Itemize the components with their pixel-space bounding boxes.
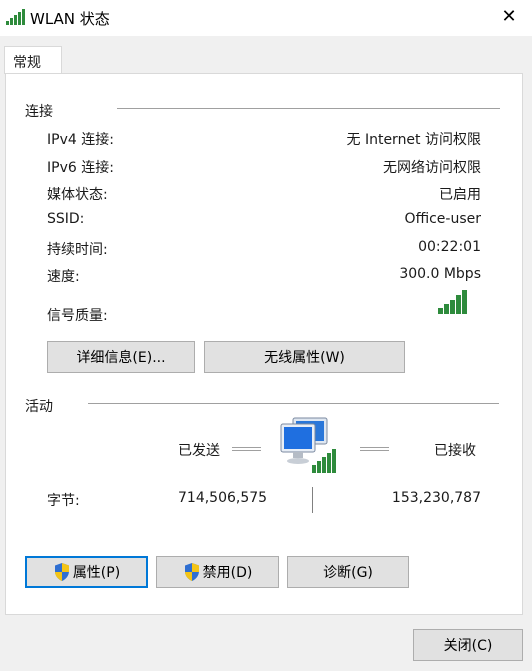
window-title: WLAN 状态 <box>30 10 110 28</box>
disable-button[interactable]: 禁用(D) <box>156 556 279 588</box>
properties-button[interactable]: 属性(P) <box>25 556 148 588</box>
bytes-received-value: 153,230,787 <box>391 490 481 506</box>
wireless-properties-button[interactable]: 无线属性(W) <box>204 341 405 373</box>
tab-general[interactable]: 常规 <box>4 46 62 74</box>
uac-shield-icon <box>54 563 69 581</box>
duration-value: 00:22:01 <box>418 239 481 255</box>
sent-connector <box>232 447 261 451</box>
title-bar: WLAN 状态 ✕ <box>0 0 532 36</box>
media-state-label: 媒体状态: <box>47 187 108 203</box>
connection-divider <box>117 108 500 109</box>
activity-divider <box>88 403 499 404</box>
close-window-button[interactable]: ✕ <box>496 4 522 30</box>
ssid-label: SSID: <box>47 211 85 227</box>
ipv4-value: 无 Internet 访问权限 <box>346 132 482 148</box>
close-button-label: 关闭(C) <box>443 638 493 654</box>
network-computers-icon <box>280 417 336 473</box>
details-button-label: 详细信息(E)... <box>76 350 166 366</box>
close-icon: ✕ <box>501 6 517 27</box>
ipv4-label: IPv4 连接: <box>47 132 114 148</box>
close-button[interactable]: 关闭(C) <box>413 629 523 661</box>
diagnose-button-label: 诊断(G) <box>323 565 373 581</box>
wireless-properties-label: 无线属性(W) <box>264 350 345 366</box>
ipv6-label: IPv6 连接: <box>47 160 114 176</box>
signal-quality-label: 信号质量: <box>47 308 108 324</box>
details-button[interactable]: 详细信息(E)... <box>47 341 195 373</box>
bytes-label: 字节: <box>47 493 80 509</box>
ipv6-value: 无网络访问权限 <box>383 160 481 176</box>
sent-label: 已发送 <box>178 443 220 459</box>
signal-strength-icon <box>438 290 467 314</box>
bytes-sent-value: 714,506,575 <box>178 490 268 506</box>
ssid-value: Office-user <box>404 211 481 227</box>
received-label: 已接收 <box>434 443 476 459</box>
received-connector <box>360 447 389 451</box>
connection-section-title: 连接 <box>25 104 53 120</box>
speed-label: 速度: <box>47 269 80 285</box>
tab-general-label: 常规 <box>13 55 41 71</box>
duration-label: 持续时间: <box>47 242 108 258</box>
properties-button-label: 属性(P) <box>72 565 121 581</box>
uac-shield-icon <box>184 563 199 581</box>
media-state-value: 已启用 <box>439 187 481 203</box>
disable-button-label: 禁用(D) <box>202 565 253 581</box>
diagnose-button[interactable]: 诊断(G) <box>287 556 409 588</box>
speed-value: 300.0 Mbps <box>399 266 481 282</box>
wifi-signal-icon <box>6 9 25 25</box>
activity-section-title: 活动 <box>25 399 53 415</box>
bytes-divider <box>312 487 313 513</box>
